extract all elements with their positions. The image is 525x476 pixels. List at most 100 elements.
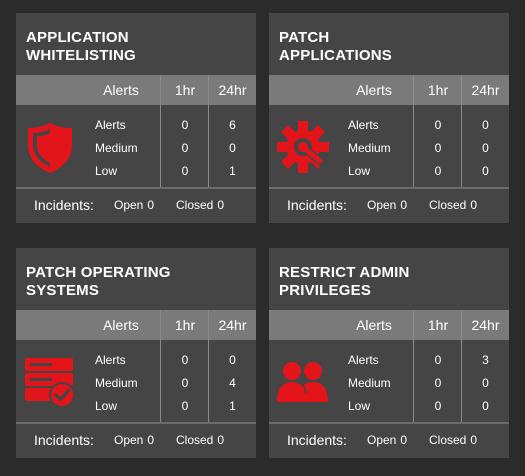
incidents-label: Incidents: — [287, 432, 347, 448]
row-24hr-value: 0 — [482, 376, 489, 390]
incidents-closed[interactable]: Closed 0 — [429, 193, 477, 217]
row-label: Medium — [348, 141, 391, 155]
incidents-open[interactable]: Open 0 — [114, 428, 154, 452]
incidents-label: Incidents: — [34, 432, 94, 448]
card-title-line2: SYSTEMS — [26, 282, 100, 299]
open-label: Open — [367, 198, 397, 212]
closed-count: 0 — [217, 198, 225, 212]
row-24hr-value: 4 — [229, 376, 236, 390]
header-1hr: 1hr — [427, 317, 449, 333]
header-alerts: Alerts — [356, 82, 392, 98]
incidents-closed[interactable]: Closed 0 — [429, 428, 477, 452]
card-patch-operating-systems[interactable]: PATCH OPERATING SYSTEMS Alerts 1hr 24hr … — [16, 248, 256, 458]
header-alerts: Alerts — [103, 82, 139, 98]
row-1hr-value: 0 — [434, 399, 442, 413]
row-label: Alerts — [95, 353, 126, 367]
row-1hr-value: 0 — [181, 353, 189, 367]
open-count: 0 — [400, 433, 408, 447]
row-1hr-value: 0 — [181, 141, 189, 155]
row-label: Low — [95, 164, 118, 178]
card-title: RESTRICT ADMIN PRIVILEGES — [279, 264, 504, 300]
table-row: Medium 0 0 — [269, 373, 509, 393]
open-count: 0 — [147, 433, 155, 447]
open-count: 0 — [147, 198, 155, 212]
row-24hr-value: 0 — [229, 353, 236, 367]
row-label: Medium — [95, 376, 138, 390]
row-1hr-value: 0 — [181, 164, 189, 178]
row-1hr-value: 0 — [434, 353, 442, 367]
closed-count: 0 — [217, 433, 225, 447]
divider — [16, 187, 256, 189]
row-24hr-value: 0 — [482, 118, 489, 132]
table-header: Alerts 1hr 24hr — [16, 75, 256, 105]
card-restrict-admin-privileges[interactable]: RESTRICT ADMIN PRIVILEGES Alerts 1hr 24h… — [269, 248, 509, 458]
incidents-label: Incidents: — [34, 197, 94, 213]
row-24hr-value: 1 — [229, 399, 236, 413]
header-1hr: 1hr — [174, 82, 196, 98]
row-label: Low — [348, 399, 371, 413]
open-label: Open — [114, 433, 144, 447]
header-alerts: Alerts — [103, 317, 139, 333]
closed-count: 0 — [470, 198, 478, 212]
row-label: Medium — [95, 141, 138, 155]
incidents-bar: Incidents: Open 0 Closed 0 — [269, 193, 509, 217]
row-label: Alerts — [95, 118, 126, 132]
header-24hr: 24hr — [218, 82, 247, 98]
row-24hr-value: 1 — [229, 164, 236, 178]
incidents-open[interactable]: Open 0 — [367, 428, 407, 452]
header-1hr: 1hr — [427, 82, 449, 98]
table-row: Low 0 0 — [269, 396, 509, 416]
closed-count: 0 — [470, 433, 478, 447]
row-1hr-value: 0 — [181, 399, 189, 413]
table-row: Medium 0 4 — [16, 373, 256, 393]
open-count: 0 — [400, 198, 408, 212]
incidents-label: Incidents: — [287, 197, 347, 213]
row-1hr-value: 0 — [434, 376, 442, 390]
card-application-whitelisting[interactable]: APPLICATION WHITELISTING Alerts 1hr 24hr… — [16, 13, 256, 223]
closed-label: Closed — [429, 198, 467, 212]
row-1hr-value: 0 — [181, 118, 189, 132]
card-title-line2: WHITELISTING — [26, 47, 136, 64]
card-title-line1: PATCH OPERATING — [26, 264, 171, 281]
table-row: Low 0 0 — [269, 161, 509, 181]
incidents-open[interactable]: Open 0 — [367, 193, 407, 217]
row-label: Alerts — [348, 118, 379, 132]
closed-label: Closed — [176, 198, 214, 212]
incidents-closed[interactable]: Closed 0 — [176, 193, 224, 217]
table-header: Alerts 1hr 24hr — [269, 75, 509, 105]
table-header: Alerts 1hr 24hr — [16, 310, 256, 340]
table-row: Medium 0 0 — [269, 138, 509, 158]
card-patch-applications[interactable]: PATCH APPLICATIONS Alerts 1hr 24hr Alert… — [269, 13, 509, 223]
table-row: Alerts 0 3 — [269, 350, 509, 370]
card-title-line1: PATCH — [279, 29, 330, 46]
closed-label: Closed — [429, 433, 467, 447]
incidents-bar: Incidents: Open 0 Closed 0 — [269, 428, 509, 452]
header-1hr: 1hr — [174, 317, 196, 333]
row-label: Low — [348, 164, 371, 178]
incidents-bar: Incidents: Open 0 Closed 0 — [16, 193, 256, 217]
row-1hr-value: 0 — [434, 141, 442, 155]
card-title-line1: APPLICATION — [26, 29, 129, 46]
incidents-closed[interactable]: Closed 0 — [176, 428, 224, 452]
row-1hr-value: 0 — [434, 164, 442, 178]
closed-label: Closed — [176, 433, 214, 447]
card-title-line2: APPLICATIONS — [279, 47, 392, 64]
row-24hr-value: 0 — [482, 164, 489, 178]
row-label: Low — [95, 399, 118, 413]
row-24hr-value: 6 — [229, 118, 236, 132]
open-label: Open — [367, 433, 397, 447]
incidents-bar: Incidents: Open 0 Closed 0 — [16, 428, 256, 452]
table-row: Alerts 0 0 — [269, 115, 509, 135]
row-label: Alerts — [348, 353, 379, 367]
incidents-open[interactable]: Open 0 — [114, 193, 154, 217]
header-24hr: 24hr — [471, 317, 500, 333]
row-label: Medium — [348, 376, 391, 390]
header-24hr: 24hr — [471, 82, 500, 98]
row-1hr-value: 0 — [434, 118, 442, 132]
card-title-line1: RESTRICT ADMIN — [279, 264, 410, 281]
divider — [269, 187, 509, 189]
table-row: Alerts 0 6 — [16, 115, 256, 135]
header-alerts: Alerts — [356, 317, 392, 333]
row-24hr-value: 0 — [482, 399, 489, 413]
divider — [16, 422, 256, 424]
